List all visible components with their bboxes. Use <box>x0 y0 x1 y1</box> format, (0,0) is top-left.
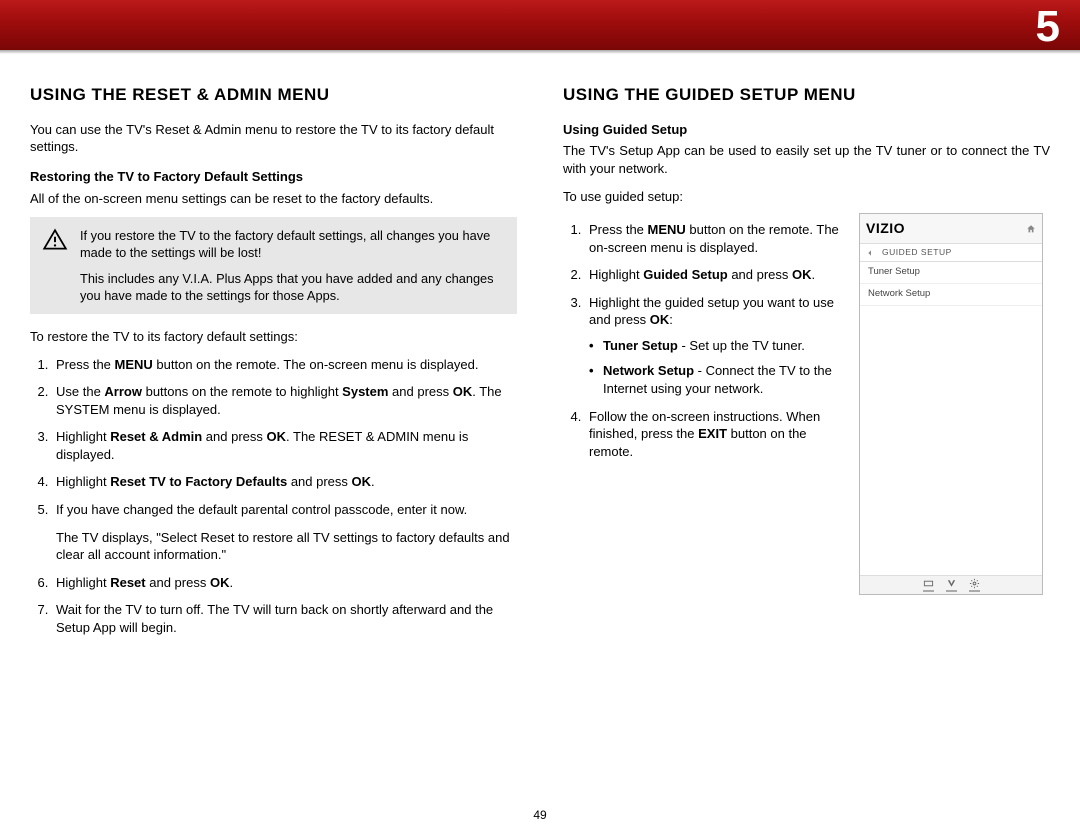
warning-text: If you restore the TV to the factory def… <box>80 227 505 304</box>
list-item: Highlight Reset TV to Factory Defaults a… <box>52 473 517 491</box>
vizio-header: VIZIO <box>860 214 1042 244</box>
warning-icon <box>42 227 68 304</box>
vizio-item-network: Network Setup <box>860 284 1042 306</box>
list-item: Use the Arrow buttons on the remote to h… <box>52 383 517 418</box>
left-heading: USING THE RESET & ADMIN MENU <box>30 84 517 107</box>
right-steps-wrap: Press the MENU button on the remote. The… <box>563 215 843 595</box>
left-steps: Press the MENU button on the remote. The… <box>30 356 517 637</box>
breadcrumb-label: GUIDED SETUP <box>882 247 952 258</box>
vizio-footer <box>860 575 1042 594</box>
right-bullets: Tuner Setup - Set up the TV tuner. Netwo… <box>589 337 843 398</box>
list-item: Network Setup - Connect the TV to the In… <box>603 362 843 397</box>
content-columns: USING THE RESET & ADMIN MENU You can use… <box>0 54 1080 646</box>
vizio-breadcrumb: GUIDED SETUP <box>860 244 1042 262</box>
home-icon <box>1026 224 1036 234</box>
list-item: Tuner Setup - Set up the TV tuner. <box>603 337 843 355</box>
warning-line2: This includes any V.I.A. Plus Apps that … <box>80 270 505 305</box>
vizio-item-tuner: Tuner Setup <box>860 262 1042 284</box>
list-item: Highlight Guided Setup and press OK. <box>585 266 843 284</box>
left-intro: You can use the TV's Reset & Admin menu … <box>30 121 517 156</box>
right-heading: USING THE GUIDED SETUP MENU <box>563 84 1050 107</box>
list-item: Highlight the guided setup you want to u… <box>585 294 843 398</box>
left-subintro: All of the on-screen menu settings can b… <box>30 190 517 208</box>
list-item: Press the MENU button on the remote. The… <box>52 356 517 374</box>
list-item: Highlight Reset and press OK. <box>52 574 517 592</box>
list-item: Press the MENU button on the remote. The… <box>585 221 843 256</box>
left-lead: To restore the TV to its factory default… <box>30 328 517 346</box>
right-column: USING THE GUIDED SETUP MENU Using Guided… <box>563 84 1050 646</box>
step-note: The TV displays, "Select Reset to restor… <box>56 529 517 564</box>
right-steps: Press the MENU button on the remote. The… <box>563 221 843 460</box>
list-item: If you have changed the default parental… <box>52 501 517 564</box>
vizio-menu-illustration: VIZIO GUIDED SETUP Tuner Setup Network S… <box>859 213 1043 595</box>
list-item: Highlight Reset & Admin and press OK. Th… <box>52 428 517 463</box>
list-item: Follow the on-screen instructions. When … <box>585 408 843 461</box>
manual-page: 5 USING THE RESET & ADMIN MENU You can u… <box>0 0 1080 834</box>
page-number: 49 <box>0 808 1080 822</box>
vizio-logo: VIZIO <box>866 219 905 238</box>
right-body: Press the MENU button on the remote. The… <box>563 215 1050 595</box>
chapter-number: 5 <box>1036 2 1060 52</box>
left-subhead: Restoring the TV to Factory Default Sett… <box>30 168 517 186</box>
widescreen-icon <box>923 578 934 592</box>
gear-icon <box>969 578 980 592</box>
left-column: USING THE RESET & ADMIN MENU You can use… <box>30 84 517 646</box>
back-icon <box>866 249 874 257</box>
list-item: Wait for the TV to turn off. The TV will… <box>52 601 517 636</box>
warning-line1: If you restore the TV to the factory def… <box>80 227 505 262</box>
right-lead: To use guided setup: <box>563 188 1050 206</box>
right-subhead: Using Guided Setup <box>563 121 1050 139</box>
right-intro: The TV's Setup App can be used to easily… <box>563 142 1050 177</box>
vizio-empty <box>860 306 1042 575</box>
vizio-v-icon <box>946 578 957 592</box>
chapter-header-bar: 5 <box>0 0 1080 50</box>
warning-box: If you restore the TV to the factory def… <box>30 217 517 314</box>
